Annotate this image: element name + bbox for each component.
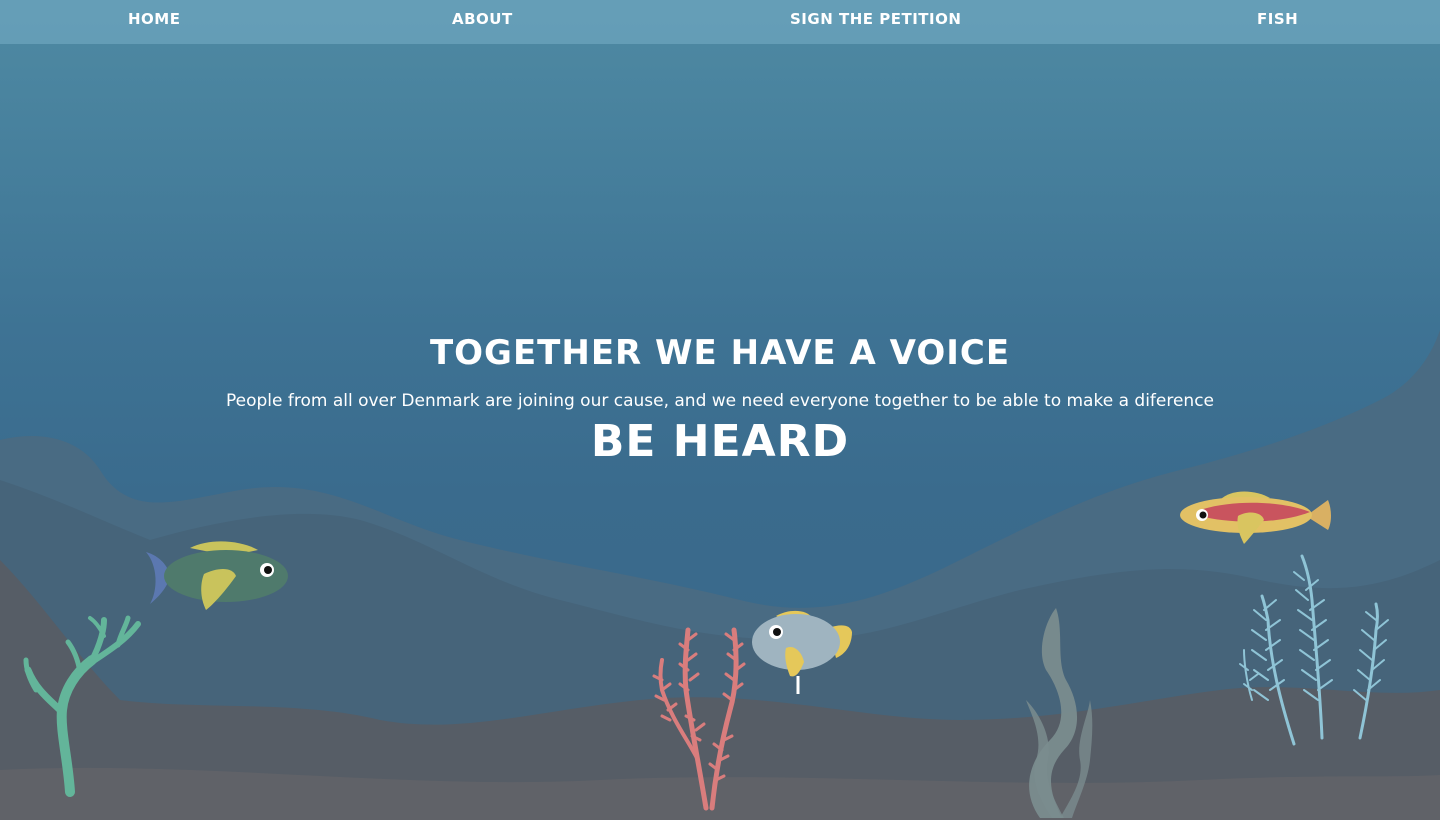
hero-section: TOGETHER WE HAVE A VOICE People from all… — [0, 330, 1440, 468]
hero-title: TOGETHER WE HAVE A VOICE — [429, 333, 1011, 373]
page: HOME ABOUT SIGN THE PETITION FISH TOGETH… — [0, 0, 1440, 820]
top-navigation: HOME ABOUT SIGN THE PETITION FISH — [0, 0, 1440, 44]
be-heard-link[interactable]: BE HEARD — [591, 416, 849, 468]
nav-about-link[interactable]: ABOUT — [452, 10, 513, 28]
nav-petition-link[interactable]: SIGN THE PETITION — [790, 10, 961, 28]
nav-fish-link[interactable]: FISH — [1257, 10, 1298, 28]
hero-subtitle: People from all over Denmark are joining… — [225, 391, 1215, 411]
nav-home-link[interactable]: HOME — [128, 10, 180, 28]
